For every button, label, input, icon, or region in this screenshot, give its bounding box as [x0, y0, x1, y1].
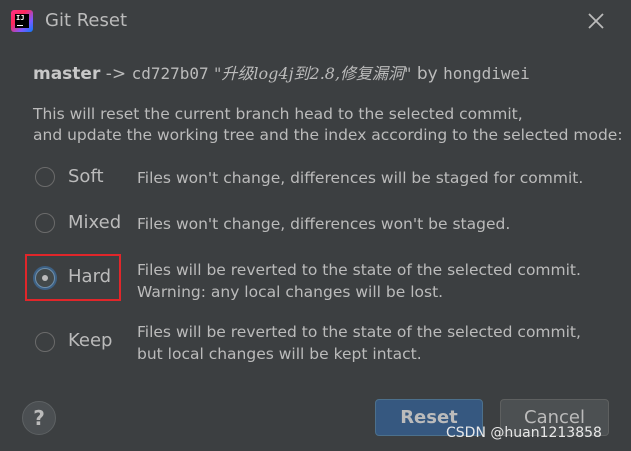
watermark: CSDN @huan1213858: [446, 425, 602, 441]
hard-description-line-1: Files will be reverted to the state of t…: [137, 261, 581, 279]
by-label: by: [416, 64, 438, 84]
soft-description: Files won't change, differences will be …: [137, 169, 584, 187]
keep-radio[interactable]: [35, 332, 55, 352]
keep-label[interactable]: Keep: [68, 330, 112, 351]
dialog-title: Git Reset: [45, 10, 128, 31]
highlight-box: [25, 254, 121, 301]
keep-description-line-2: but local changes will be kept intact.: [137, 345, 422, 363]
mixed-radio[interactable]: [35, 213, 55, 233]
hard-description: Files will be reverted to the state of t…: [137, 259, 581, 303]
help-icon[interactable]: ?: [22, 401, 56, 435]
soft-radio[interactable]: [35, 167, 55, 187]
intellij-icon: IJ: [11, 10, 33, 32]
keep-description: Files will be reverted to the state of t…: [137, 321, 581, 365]
description-line-1: This will reset the current branch head …: [33, 105, 523, 123]
mixed-description: Files won't change, differences won't be…: [137, 215, 511, 233]
close-icon[interactable]: [586, 11, 606, 31]
keep-description-line-1: Files will be reverted to the state of t…: [137, 323, 581, 341]
commit-hash: cd727b07: [131, 64, 209, 83]
description-line-2: and update the working tree and the inde…: [33, 126, 623, 144]
soft-label[interactable]: Soft: [68, 166, 104, 187]
arrow: ->: [105, 64, 127, 84]
commit-header: master -> cd727b07 "升级log4j到2.8,修复漏洞" by…: [33, 60, 530, 84]
hard-description-line-2: Warning: any local changes will be lost.: [137, 283, 444, 301]
title-bar: IJ Git Reset: [0, 0, 631, 42]
reset-description: This will reset the current branch head …: [33, 104, 623, 146]
mixed-label[interactable]: Mixed: [68, 212, 121, 233]
commit-author: hongdiwei: [443, 64, 530, 83]
commit-message: "升级log4j到2.8,修复漏洞": [214, 64, 412, 83]
branch-name: master: [33, 64, 101, 84]
